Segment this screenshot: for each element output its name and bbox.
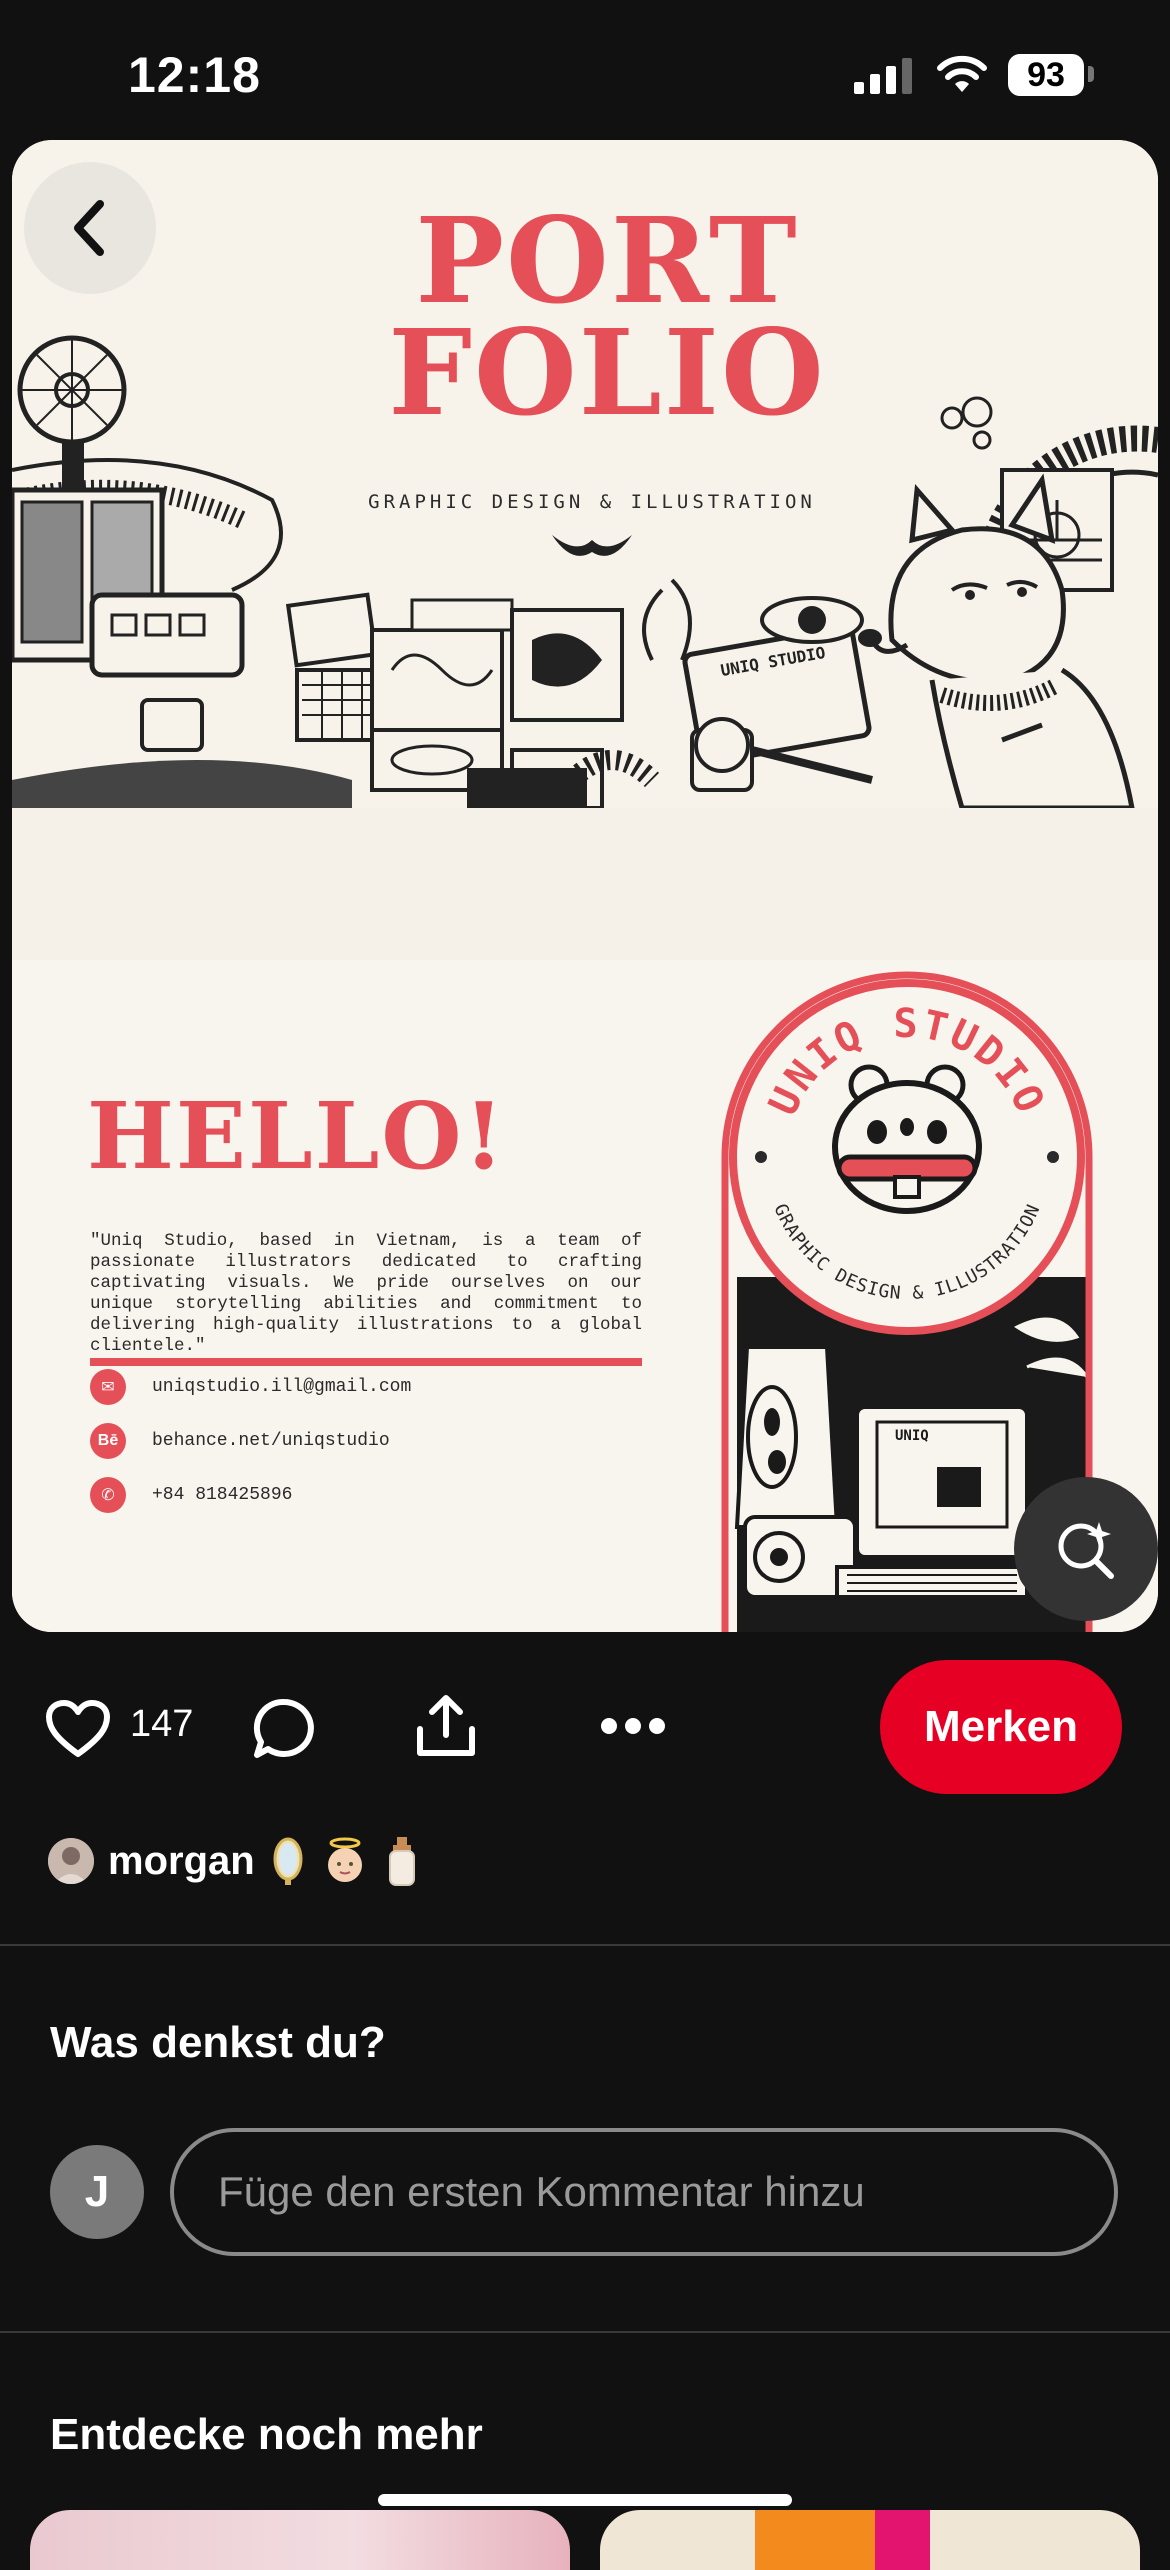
- more-options-icon[interactable]: [600, 1714, 666, 1738]
- angel-emoji-icon: [327, 1837, 362, 1882]
- contact-phone-text: +84 818425896: [152, 1485, 293, 1505]
- heart-icon[interactable]: [46, 1700, 110, 1758]
- hello-title: HELLO!: [87, 1082, 506, 1190]
- save-button[interactable]: Merken: [880, 1660, 1122, 1794]
- red-rule: [90, 1358, 642, 1366]
- avatar-photo: [48, 1838, 94, 1884]
- comment-icon[interactable]: [252, 1697, 316, 1761]
- phone-icon: ✆: [90, 1477, 126, 1513]
- portfolio-subtitle: GRAPHIC DESIGN & ILLUSTRATION: [368, 491, 816, 513]
- contact-behance: Bē behance.net/uniqstudio: [90, 1422, 390, 1460]
- hello-body: "Uniq Studio, based in Vietnam, is a tea…: [90, 1231, 642, 1356]
- chevron-left-icon: [74, 200, 104, 256]
- lens-sparkle-icon: [1058, 1522, 1114, 1579]
- author-avatar[interactable]: [48, 1838, 94, 1884]
- related-pin-thumbnail[interactable]: [600, 2510, 1140, 2570]
- share-icon[interactable]: [414, 1693, 478, 1759]
- contact-phone: ✆ +84 818425896: [90, 1476, 292, 1514]
- battery-icon: 93: [1008, 54, 1084, 96]
- mail-icon: ✉: [90, 1369, 126, 1405]
- battery-tip: [1088, 66, 1094, 82]
- my-avatar[interactable]: J: [50, 2145, 144, 2239]
- pin-image[interactable]: PORT FOLIO GRAPHIC DESIGN & ILLUSTRATION…: [12, 140, 1158, 1632]
- thumbnail-pink-block: [875, 2510, 930, 2570]
- clock: 12:18: [128, 47, 261, 103]
- divider: [0, 1944, 1170, 1946]
- portfolio-title-line1: PORT: [415, 191, 799, 330]
- wifi-icon: [937, 55, 987, 92]
- portfolio-slide: PORT FOLIO GRAPHIC DESIGN & ILLUSTRATION…: [12, 140, 1158, 808]
- status-bar: 12:18 93: [0, 0, 1170, 140]
- mirror-emoji-icon: [273, 1837, 303, 1885]
- thumbnail-orange-block: [755, 2510, 875, 2570]
- slide-gap: [12, 808, 1158, 960]
- divider: [0, 2331, 1170, 2333]
- monitor-label: UNIQ: [895, 1428, 929, 1444]
- contact-email-text: uniqstudio.ill@gmail.com: [152, 1377, 412, 1397]
- portfolio-title: PORT FOLIO: [377, 191, 837, 442]
- behance-icon: Bē: [90, 1423, 126, 1459]
- visual-search-button[interactable]: [1014, 1477, 1158, 1621]
- author-row[interactable]: morgan: [48, 1830, 433, 1892]
- contact-behance-text: behance.net/uniqstudio: [152, 1431, 390, 1451]
- explore-more-heading: Entdecke noch mehr: [50, 2410, 483, 2459]
- home-indicator[interactable]: [378, 2494, 792, 2506]
- portfolio-title-line2: FOLIO: [388, 303, 826, 442]
- cellular-signal-icon: [854, 58, 912, 94]
- comment-input[interactable]: [170, 2128, 1118, 2256]
- lotion-emoji-icon: [388, 1837, 415, 1886]
- back-button[interactable]: [24, 162, 156, 294]
- related-pin-thumbnail[interactable]: [30, 2510, 570, 2570]
- like-count: 147: [130, 1703, 194, 1745]
- battery-level: 93: [1027, 55, 1065, 94]
- comments-heading: Was denkst du?: [50, 2018, 386, 2067]
- contact-email: ✉ uniqstudio.ill@gmail.com: [90, 1368, 411, 1406]
- author-name[interactable]: morgan: [108, 1839, 255, 1884]
